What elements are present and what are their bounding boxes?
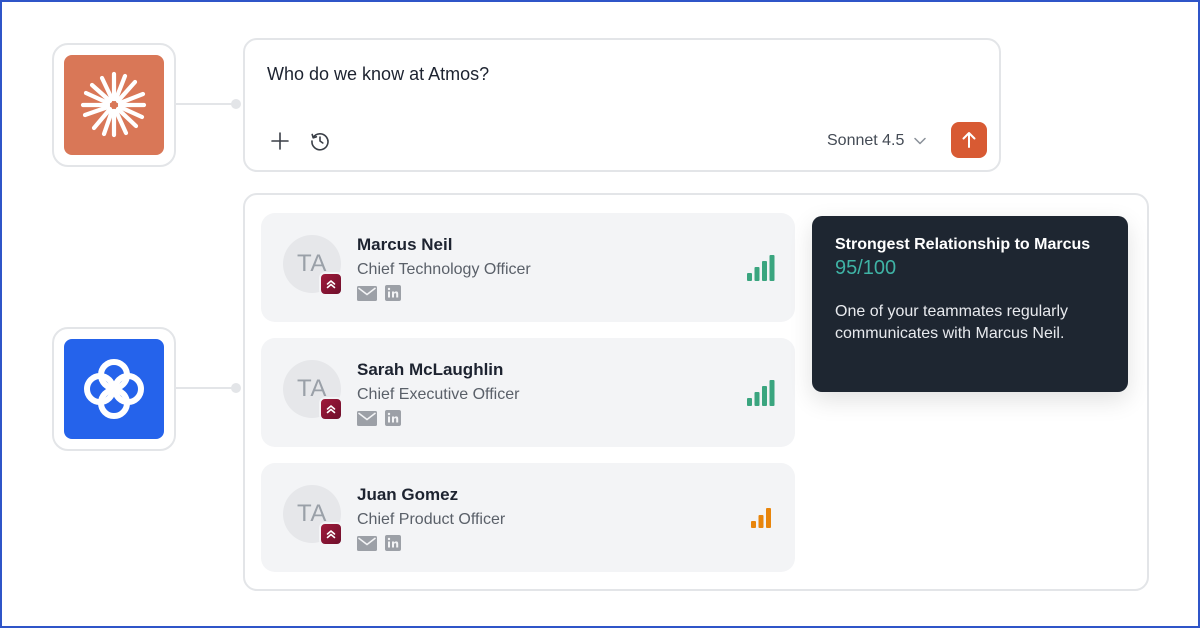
contact-name: Marcus Neil [357, 235, 453, 254]
source-badge-icon [319, 272, 343, 296]
tooltip-title: Strongest Relationship to Marcus [835, 236, 1091, 253]
mail-icon[interactable] [357, 410, 377, 431]
contact-name: Sarah McLaughlin [357, 360, 504, 379]
signal-bars-icon [751, 508, 771, 528]
claude-app-tile[interactable] [52, 43, 176, 167]
claude-logo-icon [64, 55, 164, 155]
contact-name: Juan Gomez [357, 485, 459, 504]
signal-bars-icon [747, 255, 775, 281]
contact-links [357, 535, 401, 556]
contact-card[interactable]: TA Juan Gomez Chief Product Officer [261, 463, 795, 572]
linkedin-icon[interactable] [385, 285, 401, 306]
signal-bars-icon [747, 380, 775, 406]
app-tile[interactable] [52, 327, 176, 451]
connector-line [176, 103, 236, 105]
tooltip-body: One of your teammates regularly communic… [835, 303, 1068, 342]
contact-title: Chief Executive Officer [357, 386, 520, 403]
contact-links [357, 285, 401, 306]
plus-icon[interactable] [267, 128, 293, 154]
relationship-tooltip: Strongest Relationship to Marcus 95/100 … [812, 216, 1128, 392]
arrow-up-icon [962, 132, 976, 148]
send-button[interactable] [951, 122, 987, 158]
contact-links [357, 410, 401, 431]
model-selector[interactable]: Sonnet 4.5 [827, 130, 927, 152]
source-badge-icon [319, 522, 343, 546]
app-logo-icon [64, 339, 164, 439]
prompt-input[interactable]: Who do we know at Atmos? [267, 64, 489, 85]
mail-icon[interactable] [357, 285, 377, 306]
model-label: Sonnet 4.5 [827, 132, 905, 149]
linkedin-icon[interactable] [385, 410, 401, 431]
relationship-strength-icon [747, 380, 775, 406]
chevron-down-icon [914, 132, 927, 150]
contact-title: Chief Product Officer [357, 511, 506, 528]
connector-line [176, 387, 236, 389]
contact-title: Chief Technology Officer [357, 261, 531, 278]
mail-icon[interactable] [357, 535, 377, 556]
history-icon[interactable] [307, 128, 333, 154]
prompt-box: Who do we know at Atmos? Sonnet 4.5 [243, 38, 1001, 172]
contact-card[interactable]: TA Sarah McLaughlin Chief Executive Offi… [261, 338, 795, 447]
linkedin-icon[interactable] [385, 535, 401, 556]
relationship-strength-icon [747, 255, 775, 281]
contact-card[interactable]: TA Marcus Neil Chief Technology Officer [261, 213, 795, 322]
relationship-score: 95/100 [835, 257, 897, 279]
connector-dot [231, 99, 241, 109]
relationship-strength-icon [751, 508, 779, 534]
source-badge-icon [319, 397, 343, 421]
connector-dot [231, 383, 241, 393]
